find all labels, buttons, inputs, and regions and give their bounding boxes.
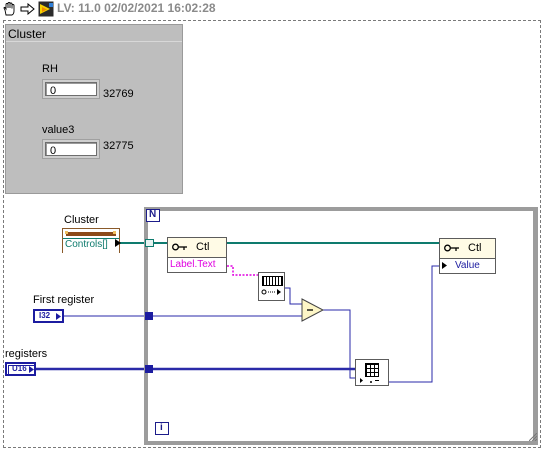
cluster-terminal[interactable]: Controls[] [62,228,120,253]
format-value-node[interactable] [258,272,285,301]
ref-tunnel[interactable] [145,239,154,247]
property-node-label-text[interactable]: Ctl Label.Text [167,237,227,273]
first-register-label: First register [33,294,95,306]
key-icon [172,243,187,251]
registers-tunnel[interactable] [145,365,153,373]
property-node-2-property[interactable]: Value [440,259,495,273]
subtract-node[interactable] [301,298,325,322]
loop-index-label: i [160,422,163,433]
format-node-pattern [262,276,283,286]
property-node-2-property-label: Value [455,260,480,271]
value-input-arrow [442,262,447,269]
cluster-terminal-bar [66,232,116,236]
cluster-terminal-corner-right [113,231,116,234]
loop-resize-handle[interactable] [529,433,537,441]
key-icon-2 [444,244,459,252]
index-array-node[interactable] [355,359,389,386]
cluster-terminal-label: Cluster [64,214,99,226]
cluster-terminal-corner-left [65,231,68,234]
property-node-value[interactable]: Ctl Value [439,238,496,274]
property-node-1-header: Ctl [168,238,226,258]
property-node-2-class: Ctl [468,242,482,254]
first-register-arrow-icon [56,313,61,320]
first-register-terminal[interactable]: I32 [33,309,64,323]
registers-arrow-icon [29,366,34,373]
loop-count-label: N [149,209,157,220]
property-node-1-property-label: Label.Text [170,259,216,270]
loop-count-terminal[interactable]: N [146,209,160,222]
first-register-tunnel[interactable] [145,312,153,320]
format-node-glyph [261,289,281,295]
registers-type: U16 [12,364,27,373]
cluster-terminal-arrow [115,239,121,247]
registers-label: registers [5,348,48,360]
index-array-grid-icon [365,363,379,377]
controls-property[interactable]: Controls[] [63,238,119,253]
first-register-type: I32 [39,311,51,320]
registers-terminal[interactable]: U16 [5,362,36,376]
property-node-2-header: Ctl [440,239,495,259]
controls-property-label: Controls[] [65,239,108,250]
property-node-1-class: Ctl [196,241,210,253]
index-array-arrow [360,378,379,383]
property-node-1-property[interactable]: Label.Text [168,258,226,272]
loop-index-terminal[interactable]: i [155,422,169,435]
